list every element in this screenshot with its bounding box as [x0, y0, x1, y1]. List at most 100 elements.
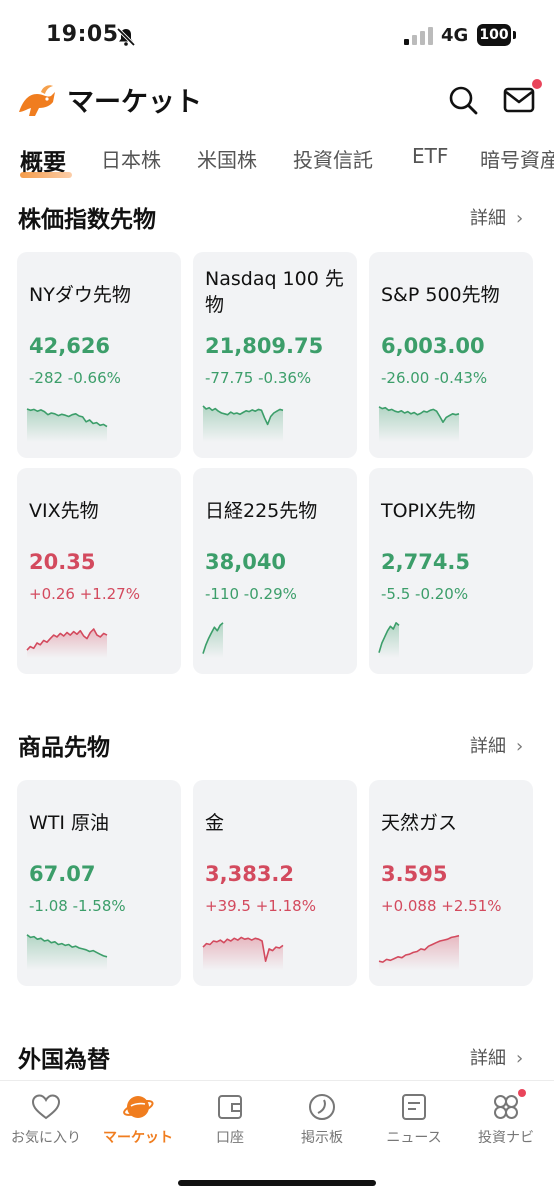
nav-label: 投資ナビ — [478, 1130, 534, 1146]
sparkline — [378, 406, 460, 442]
future-card-sp500[interactable]: S&P 500先物 6,003.00 -26.00 -0.43% — [369, 252, 533, 458]
nav-favorites[interactable]: お気に入り — [0, 1091, 92, 1147]
detail-label: 詳細 — [470, 1048, 506, 1069]
home-indicator — [178, 1180, 376, 1186]
card-price: 21,809.75 — [205, 334, 324, 358]
commodity-card-wti[interactable]: WTI 原油 67.07 -1.08 -1.58% — [17, 780, 181, 986]
status-time: 19:05 — [46, 22, 119, 47]
tab-us-stocks[interactable]: 米国株 — [197, 144, 257, 173]
card-change: -77.75 -0.36% — [205, 369, 312, 387]
planet-icon — [123, 1096, 154, 1118]
card-price: 42,626 — [29, 334, 111, 358]
card-change: -282 -0.66% — [29, 369, 121, 387]
sparkline — [202, 405, 284, 442]
network-type: 4G — [441, 25, 469, 46]
notification-badge — [531, 78, 543, 90]
mail-icon[interactable] — [503, 84, 537, 116]
sparkline — [26, 934, 108, 970]
card-price: 38,040 — [205, 550, 287, 574]
nav-label: お気に入り — [11, 1130, 81, 1146]
card-change: -110 -0.29% — [205, 585, 297, 603]
app-header: マーケット — [0, 70, 554, 130]
nav-label: 口座 — [216, 1130, 244, 1146]
battery-indicator: 100 — [477, 24, 511, 46]
nav-market[interactable]: マーケット — [92, 1091, 184, 1147]
chevron-right-icon: › — [516, 208, 524, 229]
discussion-icon — [309, 1094, 335, 1120]
sparkline-area — [203, 405, 283, 442]
detail-label: 詳細 — [470, 208, 506, 229]
future-card-nikkei225[interactable]: 日経225先物 38,040 -110 -0.29% — [193, 468, 357, 674]
card-change: -5.5 -0.20% — [381, 585, 469, 603]
commodity-detail-link[interactable]: 詳細 › — [470, 732, 523, 758]
sparkline-area — [379, 935, 459, 970]
card-name: Nasdaq 100 先物 — [205, 268, 344, 316]
section-title-index-futures: 株価指数先物 — [18, 207, 156, 233]
sparkline — [378, 622, 400, 658]
nav-board[interactable]: 掲示板 — [276, 1091, 368, 1147]
sparkline-area — [379, 406, 459, 442]
nav-label: 掲示板 — [301, 1130, 343, 1146]
card-price: 67.07 — [29, 862, 96, 886]
search-icon[interactable] — [447, 84, 479, 116]
tab-japan-stocks[interactable]: 日本株 — [101, 144, 161, 173]
nav-label: マーケット — [103, 1130, 173, 1146]
detail-label: 詳細 — [470, 736, 506, 757]
card-name: 金 — [205, 812, 225, 834]
nav-investment-navi[interactable]: 投資ナビ — [460, 1089, 552, 1147]
active-tab-indicator — [20, 172, 72, 178]
card-price: 20.35 — [29, 550, 96, 574]
sparkline — [26, 628, 108, 658]
card-price: 6,003.00 — [381, 334, 485, 358]
bell-muted-icon — [116, 27, 136, 47]
nav-account[interactable]: 口座 — [184, 1091, 276, 1147]
fx-detail-link[interactable]: 詳細 › — [470, 1044, 523, 1070]
sparkline — [26, 408, 108, 442]
card-name: TOPIX先物 — [381, 500, 476, 522]
card-name: S&P 500先物 — [381, 284, 500, 306]
card-change: +39.5 +1.18% — [205, 897, 316, 915]
card-price: 2,774.5 — [381, 550, 471, 574]
nav-label: ニュース — [386, 1130, 442, 1146]
future-card-topix[interactable]: TOPIX先物 2,774.5 -5.5 -0.20% — [369, 468, 533, 674]
bull-logo-icon — [19, 85, 55, 116]
cellular-signal-icon — [404, 27, 433, 45]
chevron-right-icon: › — [516, 736, 524, 757]
wallet-icon — [218, 1095, 242, 1119]
card-name: WTI 原油 — [29, 812, 110, 834]
card-price: 3.595 — [381, 862, 448, 886]
sparkline — [378, 934, 460, 970]
news-icon — [402, 1094, 426, 1120]
chevron-right-icon: › — [516, 1048, 524, 1069]
commodity-card-gold[interactable]: 金 3,383.2 +39.5 +1.18% — [193, 780, 357, 986]
battery-tip — [513, 31, 516, 39]
index-futures-detail-link[interactable]: 詳細 › — [470, 204, 523, 230]
tab-etf[interactable]: ETF — [412, 144, 448, 168]
future-card-nasdaq100[interactable]: Nasdaq 100 先物 21,809.75 -77.75 -0.36% — [193, 252, 357, 458]
sparkline — [202, 936, 284, 970]
future-card-nydow[interactable]: NYダウ先物 42,626 -282 -0.66% — [17, 252, 181, 458]
page-title: マーケット — [67, 87, 202, 118]
card-change: +0.26 +1.27% — [29, 585, 140, 603]
card-change: -26.00 -0.43% — [381, 369, 488, 387]
card-name: 日経225先物 — [205, 500, 318, 522]
tab-crypto[interactable]: 暗号資産 — [480, 144, 554, 173]
tab-mutual-funds[interactable]: 投資信託 — [293, 144, 373, 173]
card-name: 天然ガス — [381, 812, 458, 834]
navi-icon — [494, 1095, 518, 1119]
card-name: VIX先物 — [29, 500, 99, 522]
card-price: 3,383.2 — [205, 862, 295, 886]
section-title-commodity-futures: 商品先物 — [18, 735, 110, 761]
market-tabs: 概要 日本株 米国株 投資信託 ETF 暗号資産 — [0, 140, 554, 184]
future-card-vix[interactable]: VIX先物 20.35 +0.26 +1.27% — [17, 468, 181, 674]
sparkline-area — [203, 937, 283, 970]
sparkline-area — [27, 409, 107, 442]
card-name: NYダウ先物 — [29, 284, 131, 306]
section-title-fx: 外国為替 — [18, 1047, 110, 1073]
nav-news[interactable]: ニュース — [368, 1091, 460, 1147]
commodity-card-natural-gas[interactable]: 天然ガス 3.595 +0.088 +2.51% — [369, 780, 533, 986]
card-change: +0.088 +2.51% — [381, 897, 502, 915]
status-bar: 19:05 4G 100 — [0, 0, 554, 70]
sparkline-area — [203, 622, 223, 658]
heart-icon — [31, 1094, 61, 1120]
